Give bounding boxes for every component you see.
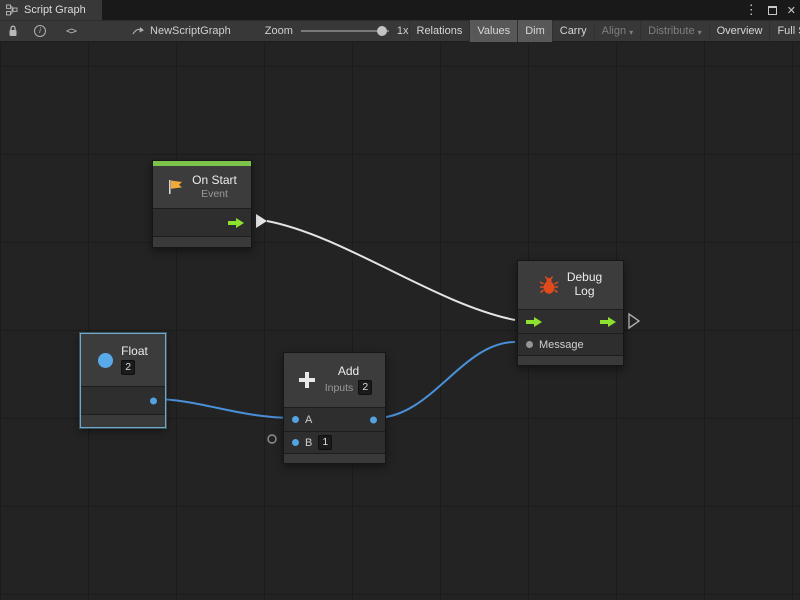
unconnected-flow-arrow-icon[interactable] <box>629 314 639 328</box>
add-port-b-value-field[interactable]: 1 <box>318 435 332 450</box>
zoom-label: Zoom <box>265 25 293 37</box>
dim-button[interactable]: Dim <box>517 20 552 42</box>
add-inputs-label: Inputs <box>325 382 354 394</box>
tab-script-graph[interactable]: Script Graph <box>0 0 102 20</box>
fullscreen-label: Full S <box>777 25 800 37</box>
tab-title: Script Graph <box>24 4 86 16</box>
debug-log-header: Debug Log <box>518 261 623 309</box>
plus-icon <box>297 370 317 390</box>
flow-output-port-icon[interactable] <box>600 317 616 327</box>
add-port-b-label: B <box>305 437 312 449</box>
fullscreen-button[interactable]: Full S <box>769 20 800 42</box>
flow-output-port-icon[interactable] <box>228 218 244 228</box>
on-start-output-row <box>153 208 251 236</box>
close-icon[interactable]: ✕ <box>787 4 796 17</box>
node-footer <box>153 236 251 247</box>
debug-log-flow-row <box>518 309 623 333</box>
float-output-row <box>81 386 165 414</box>
chevron-down-icon: ▾ <box>698 28 702 37</box>
add-sum-output-port[interactable] <box>370 416 377 423</box>
add-input-a-port[interactable] <box>292 416 299 423</box>
float-output-port[interactable] <box>150 397 157 404</box>
inspect-button[interactable]: i <box>30 20 50 42</box>
lock-button[interactable] <box>4 20 22 42</box>
float-title: Float <box>121 345 148 359</box>
dim-label: Dim <box>525 25 545 37</box>
add-header: Add Inputs 2 <box>284 353 385 407</box>
flag-icon <box>167 179 184 195</box>
graph-breadcrumb[interactable]: NewScriptGraph <box>132 25 231 37</box>
zoom-slider-track <box>301 30 389 32</box>
on-start-header: On Start Event <box>153 166 251 208</box>
code-icon: <> <box>66 26 76 37</box>
zoom-slider[interactable] <box>301 24 389 38</box>
bug-icon <box>539 276 559 295</box>
overview-label: Overview <box>717 25 763 37</box>
window-controls: ⋮ ✕ <box>745 0 796 20</box>
node-debug-log[interactable]: Debug Log Message <box>517 260 624 366</box>
float-type-icon <box>98 353 113 368</box>
add-port-b-row: B 1 <box>284 431 385 453</box>
connection-layer <box>0 42 800 600</box>
node-footer <box>284 453 385 463</box>
chevron-down-icon: ▾ <box>629 28 633 37</box>
node-float[interactable]: Float 2 <box>80 333 166 428</box>
message-label: Message <box>539 339 584 351</box>
flow-wire-start-arrow <box>256 214 267 228</box>
message-input-port[interactable] <box>526 341 533 348</box>
on-start-subtitle: Event <box>201 188 228 200</box>
distribute-label: Distribute <box>648 25 694 37</box>
overview-button[interactable]: Overview <box>709 20 770 42</box>
graph-name-label: NewScriptGraph <box>150 25 231 37</box>
unconnected-port-circle[interactable] <box>268 435 276 443</box>
edit-script-button[interactable]: <> <box>62 20 80 42</box>
wire-onstart-to-log[interactable] <box>267 221 515 320</box>
maximize-icon[interactable] <box>768 6 777 15</box>
info-icon: i <box>34 25 46 37</box>
graph-canvas[interactable]: On Start Event Float 2 <box>0 42 800 600</box>
toolbar-buttons: Relations Values Dim Carry Align ▾ Distr… <box>409 20 800 42</box>
zoom-control: Zoom 1x <box>265 24 409 38</box>
graph-toolbar: i <> NewScriptGraph Zoom 1x Relations Va… <box>0 20 800 42</box>
window-tab-bar: Script Graph ⋮ ✕ <box>0 0 800 20</box>
zoom-value: 1x <box>397 25 409 37</box>
lock-icon <box>8 25 18 37</box>
node-footer <box>518 355 623 365</box>
wire-add-sum-to-message[interactable] <box>375 342 515 418</box>
add-input-b-port[interactable] <box>292 439 299 446</box>
script-graph-icon <box>6 4 18 16</box>
jump-arrow-icon <box>132 26 145 36</box>
on-start-title: On Start <box>192 174 237 188</box>
debug-log-method: Log <box>574 285 594 299</box>
node-on-start[interactable]: On Start Event <box>152 160 252 248</box>
align-label: Align <box>602 25 626 37</box>
carry-button[interactable]: Carry <box>552 20 594 42</box>
float-header: Float 2 <box>81 334 165 386</box>
values-button[interactable]: Values <box>469 20 517 42</box>
relations-button[interactable]: Relations <box>409 20 470 42</box>
debug-log-class: Debug <box>567 271 602 285</box>
add-title: Add <box>338 365 359 379</box>
align-button[interactable]: Align ▾ <box>594 20 640 42</box>
carry-label: Carry <box>560 25 587 37</box>
wire-float-to-add-a[interactable] <box>153 399 294 418</box>
distribute-button[interactable]: Distribute ▾ <box>640 20 708 42</box>
zoom-slider-knob[interactable] <box>377 26 387 36</box>
node-add[interactable]: Add Inputs 2 A B 1 <box>283 352 386 464</box>
values-label: Values <box>477 25 510 37</box>
add-port-a-label: A <box>305 414 312 426</box>
flow-input-port-icon[interactable] <box>526 317 542 327</box>
debug-log-message-row: Message <box>518 333 623 355</box>
add-inputs-count-field[interactable]: 2 <box>358 380 372 395</box>
relations-label: Relations <box>417 25 463 37</box>
float-value-field[interactable]: 2 <box>121 360 135 375</box>
add-port-a-row: A <box>284 407 385 431</box>
node-footer <box>81 414 165 427</box>
window-menu-icon[interactable]: ⋮ <box>745 0 758 20</box>
